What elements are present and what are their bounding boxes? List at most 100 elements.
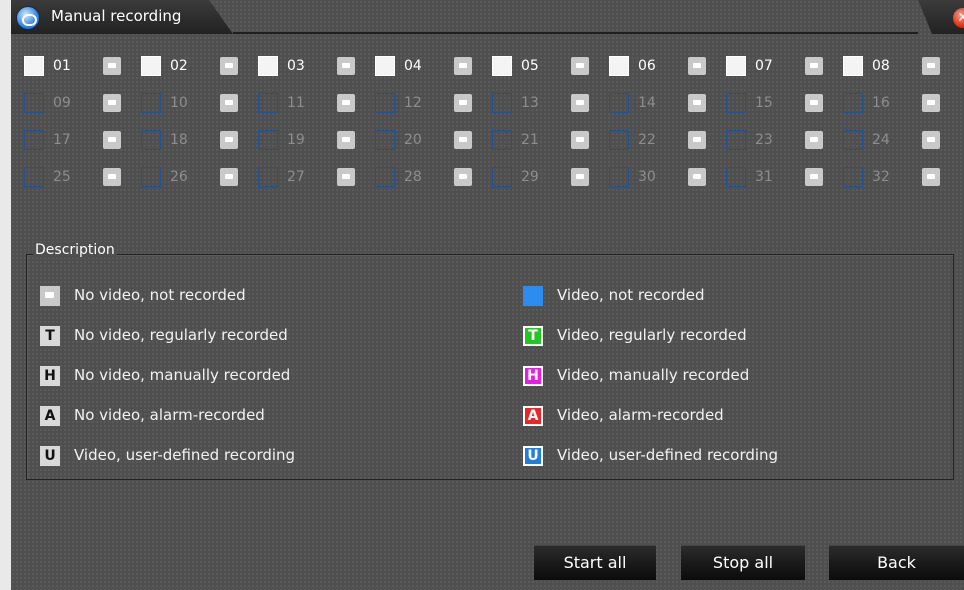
channel-checkbox[interactable] [609, 130, 629, 150]
no-video-icon [103, 168, 121, 186]
channel-number: 11 [287, 95, 305, 111]
no-video-icon [805, 94, 823, 112]
legend-label: No video, not recorded [74, 286, 246, 304]
no-video-icon [688, 131, 706, 149]
channel-checkbox[interactable] [609, 93, 629, 113]
channel-number: 30 [638, 169, 656, 185]
channel-checkbox[interactable] [141, 93, 161, 113]
channel-30: 30 [609, 167, 725, 189]
channel-checkbox[interactable] [258, 93, 278, 113]
no-video-icon [454, 131, 472, 149]
channel-checkbox[interactable] [609, 56, 629, 76]
channel-number: 31 [755, 169, 773, 185]
no-video-icon [805, 168, 823, 186]
channel-05: 05 [492, 56, 608, 78]
channel-checkbox[interactable] [24, 56, 44, 76]
channel-number: 12 [404, 95, 422, 111]
channel-number: 17 [53, 132, 71, 148]
channel-26: 26 [141, 167, 257, 189]
channel-18: 18 [141, 130, 257, 152]
channel-checkbox[interactable] [492, 93, 512, 113]
channel-number: 13 [521, 95, 539, 111]
no-video-icon [220, 131, 238, 149]
user-defined-icon: U [40, 446, 60, 466]
channel-checkbox[interactable] [726, 130, 746, 150]
channel-checkbox[interactable] [375, 167, 395, 187]
stop-all-button[interactable]: Stop all [681, 545, 805, 580]
channel-checkbox[interactable] [843, 130, 863, 150]
channel-number: 05 [521, 58, 539, 74]
channel-number: 18 [170, 132, 188, 148]
channel-checkbox[interactable] [24, 130, 44, 150]
channel-13: 13 [492, 93, 608, 115]
regular-record-icon: T [40, 326, 60, 346]
channel-checkbox[interactable] [843, 93, 863, 113]
channel-checkbox[interactable] [258, 56, 278, 76]
channel-checkbox[interactable] [258, 167, 278, 187]
channel-29: 29 [492, 167, 608, 189]
start-all-button[interactable]: Start all [534, 545, 656, 580]
channel-checkbox[interactable] [492, 56, 512, 76]
channel-17: 17 [24, 130, 140, 152]
legend-label: Video, not recorded [557, 286, 705, 304]
manual-recording-window: Manual recording ✕ 01 02 03 04 05 06 07 08 09 10 1… [11, 0, 964, 590]
legend-label: Video, alarm-recorded [557, 406, 724, 424]
channel-checkbox[interactable] [375, 130, 395, 150]
channel-checkbox[interactable] [492, 130, 512, 150]
no-video-icon [454, 57, 472, 75]
no-video-icon [688, 57, 706, 75]
channel-checkbox[interactable] [843, 167, 863, 187]
channel-number: 15 [755, 95, 773, 111]
video-icon [523, 286, 543, 306]
channel-08: 08 [843, 56, 959, 78]
no-video-icon [805, 57, 823, 75]
no-video-icon [337, 57, 355, 75]
no-video-icon [571, 131, 589, 149]
channel-checkbox[interactable] [141, 56, 161, 76]
no-video-icon [571, 94, 589, 112]
channel-checkbox[interactable] [141, 130, 161, 150]
channel-number: 23 [755, 132, 773, 148]
legend-label: No video, manually recorded [74, 366, 291, 384]
app-logo-icon [16, 6, 40, 30]
channel-11: 11 [258, 93, 374, 115]
channel-checkbox[interactable] [843, 56, 863, 76]
channel-number: 09 [53, 95, 71, 111]
no-video-icon [922, 168, 940, 186]
channel-31: 31 [726, 167, 842, 189]
channel-number: 22 [638, 132, 656, 148]
channel-number: 06 [638, 58, 656, 74]
channel-number: 07 [755, 58, 773, 74]
channel-number: 04 [404, 58, 422, 74]
legend-label: No video, regularly recorded [74, 326, 288, 344]
channel-checkbox[interactable] [375, 93, 395, 113]
channel-number: 02 [170, 58, 188, 74]
channel-checkbox[interactable] [24, 93, 44, 113]
user-defined-icon: U [523, 446, 543, 466]
back-button[interactable]: Back [829, 545, 964, 580]
no-video-icon [220, 168, 238, 186]
channel-checkbox[interactable] [609, 167, 629, 187]
description-title: Description [33, 242, 117, 258]
channel-checkbox[interactable] [492, 167, 512, 187]
manual-record-icon: H [40, 366, 60, 386]
channel-checkbox[interactable] [258, 130, 278, 150]
channel-number: 27 [287, 169, 305, 185]
title-divider [233, 32, 918, 34]
channel-23: 23 [726, 130, 842, 152]
no-video-icon [40, 286, 60, 306]
channel-checkbox[interactable] [726, 93, 746, 113]
channel-21: 21 [492, 130, 608, 152]
channel-checkbox[interactable] [726, 167, 746, 187]
channel-checkbox[interactable] [141, 167, 161, 187]
channel-number: 25 [53, 169, 71, 185]
channel-checkbox[interactable] [726, 56, 746, 76]
channel-checkbox[interactable] [375, 56, 395, 76]
channel-number: 24 [872, 132, 890, 148]
no-video-icon [571, 168, 589, 186]
no-video-icon [220, 94, 238, 112]
channel-number: 32 [872, 169, 890, 185]
channel-checkbox[interactable] [24, 167, 44, 187]
alarm-record-icon: A [40, 406, 60, 426]
channel-number: 03 [287, 58, 305, 74]
